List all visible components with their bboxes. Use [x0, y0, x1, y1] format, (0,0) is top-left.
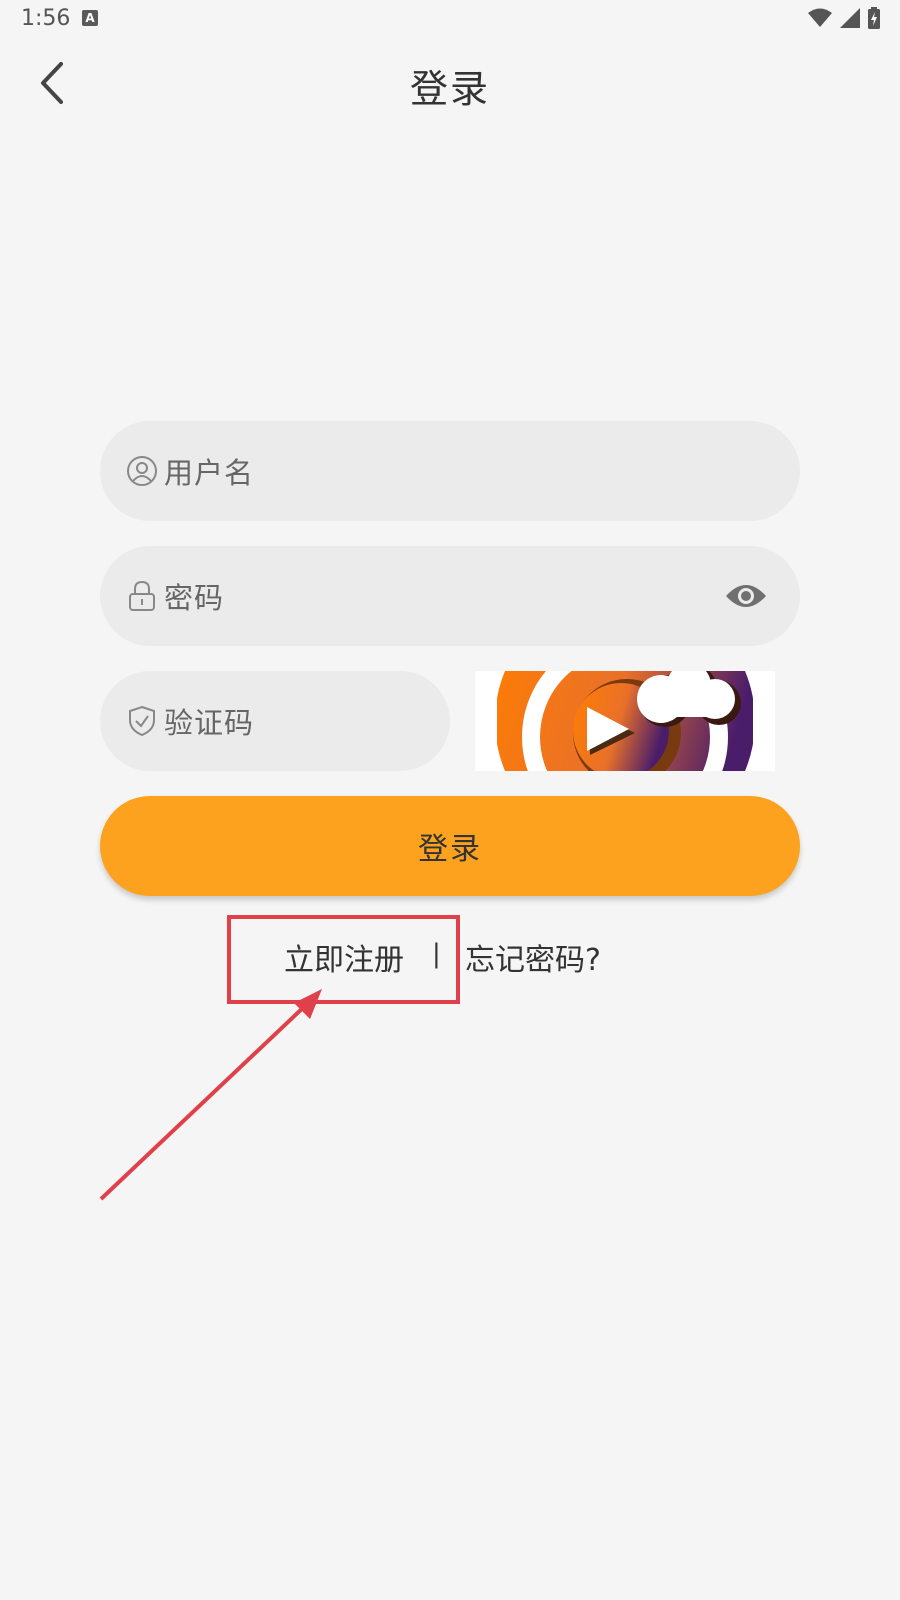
annotation-arrow-icon: [99, 989, 322, 1201]
login-screen: 1:56 A 登录 用户名 密码 验证码 登录 立即注册 | 忘记密码?: [0, 0, 900, 1600]
